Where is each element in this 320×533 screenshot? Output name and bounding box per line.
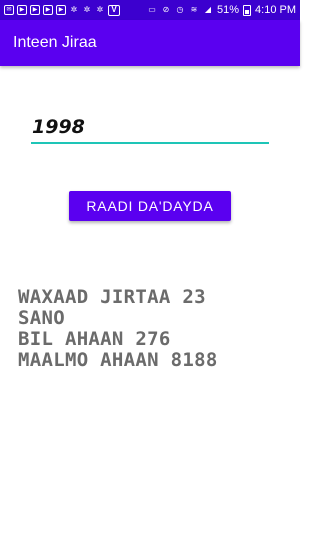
birth-year-input[interactable] bbox=[31, 114, 269, 144]
mute-icon: ⊘ bbox=[162, 5, 170, 14]
age-result: WAXAAD JIRTAA 23 SANO BIL AHAAN 276 MAAL… bbox=[18, 287, 288, 371]
mail-icon: ✉ bbox=[4, 5, 14, 15]
youtube-icon: ▶ bbox=[43, 5, 53, 15]
alarm-icon: ◷ bbox=[176, 5, 184, 14]
youtube-icon: ▶ bbox=[17, 5, 27, 15]
system-icons: ▭ ⊘ ◷ ≋ ◢ 51% 4:10 PM bbox=[147, 4, 296, 16]
calculate-age-button[interactable]: RAADI DA'DAYDA bbox=[69, 191, 231, 221]
battery-percent: 51% bbox=[217, 4, 240, 16]
notification-icons: ✉ ▶ ▶ ▶ ▶ ✲ ✲ ✲ V bbox=[4, 4, 120, 16]
gear-icon: ✲ bbox=[70, 5, 78, 14]
gear-icon: ✲ bbox=[83, 5, 91, 14]
battery-icon bbox=[243, 4, 252, 16]
youtube-icon: ▶ bbox=[30, 5, 40, 15]
vpn-icon: V bbox=[108, 4, 120, 16]
result-line: WAXAAD JIRTAA 23 bbox=[18, 286, 206, 308]
app-bar: Inteen Jiraa bbox=[0, 20, 300, 66]
result-line: SANO bbox=[18, 307, 65, 329]
result-line: BIL AHAAN 276 bbox=[18, 328, 171, 350]
signal-icon: ◢ bbox=[204, 5, 212, 14]
status-bar: ✉ ▶ ▶ ▶ ▶ ✲ ✲ ✲ V ▭ ⊘ ◷ ≋ ◢ 51% 4:10 PM bbox=[0, 0, 300, 20]
youtube-icon: ▶ bbox=[56, 5, 66, 15]
result-line: MAALMO AHAAN 8188 bbox=[18, 349, 218, 371]
gear-icon: ✲ bbox=[96, 5, 104, 14]
cast-icon: ▭ bbox=[148, 5, 156, 14]
status-time: 4:10 PM bbox=[255, 4, 296, 16]
wifi-icon: ≋ bbox=[190, 5, 198, 14]
app-title: Inteen Jiraa bbox=[13, 34, 97, 51]
